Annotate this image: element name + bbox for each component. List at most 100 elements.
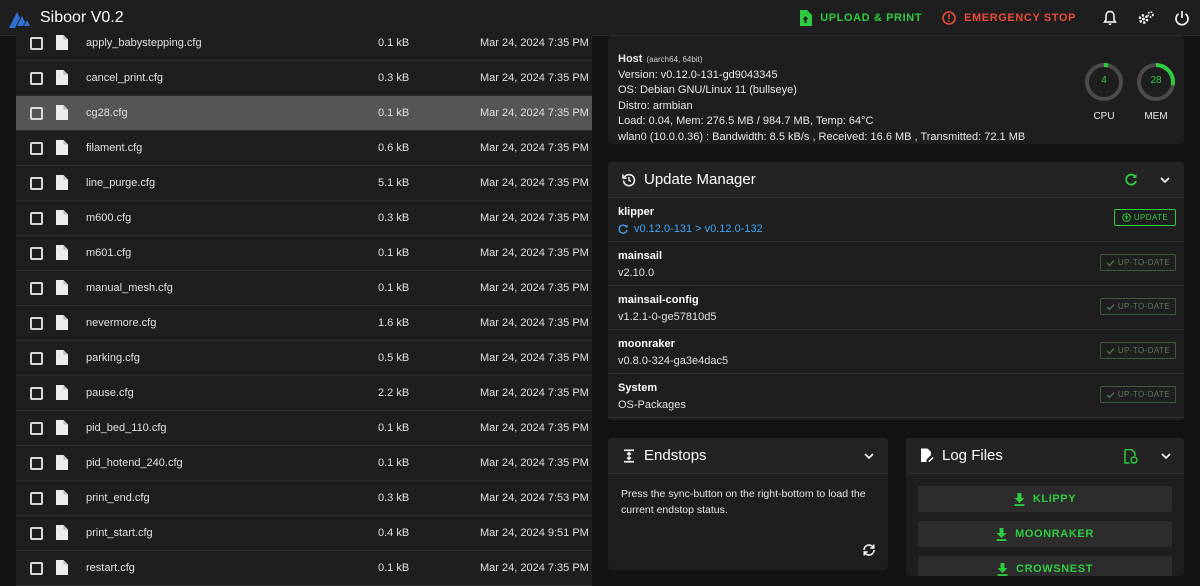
- log-download-button[interactable]: MOONRAKER: [918, 521, 1172, 547]
- mem-gauge: 28 MEM: [1136, 62, 1176, 122]
- file-date: Mar 24, 2024 7:35 PM: [480, 352, 589, 364]
- file-size: 0.1 kB: [378, 562, 410, 574]
- file-row[interactable]: parking.cfg 0.5 kB Mar 24, 2024 7:35 PM: [16, 341, 592, 376]
- update-entry: klipper v0.12.0-131 > v0.12.0-132 UPDATE: [608, 198, 1184, 242]
- top-actions: UPLOAD & PRINT EMERGENCY STOP: [799, 0, 1200, 36]
- log-download-button[interactable]: CROWSNEST: [918, 556, 1172, 576]
- host-os: OS: Debian GNU/Linux 11 (bullseye): [618, 84, 797, 96]
- row-checkbox[interactable]: [30, 456, 43, 470]
- host-info: Host (aarch64, 64bit) Version: v0.12.0-13…: [618, 52, 1025, 144]
- row-checkbox[interactable]: [30, 351, 43, 365]
- entry-version: v1.2.1-0-ge57810d5: [618, 311, 717, 323]
- download-icon: [996, 527, 1007, 541]
- file-row[interactable]: m600.cfg 0.3 kB Mar 24, 2024 7:35 PM: [16, 201, 592, 236]
- row-checkbox[interactable]: [30, 36, 43, 50]
- up-to-date-label: UP-TO-DATE: [1117, 302, 1171, 311]
- row-checkbox[interactable]: [30, 71, 43, 85]
- file-date: Mar 24, 2024 7:35 PM: [480, 457, 589, 469]
- upload-print-button[interactable]: UPLOAD & PRINT: [799, 10, 922, 26]
- chevron-down-icon[interactable]: [1160, 176, 1170, 184]
- file-date: Mar 24, 2024 7:35 PM: [480, 562, 589, 574]
- row-checkbox[interactable]: [30, 106, 43, 120]
- file-row[interactable]: filament.cfg 0.6 kB Mar 24, 2024 7:35 PM: [16, 131, 592, 166]
- file-date: Mar 24, 2024 7:35 PM: [480, 212, 589, 224]
- file-row[interactable]: m601.cfg 0.1 kB Mar 24, 2024 7:35 PM: [16, 236, 592, 271]
- row-checkbox[interactable]: [30, 281, 43, 295]
- file-icon: [56, 420, 68, 435]
- file-row[interactable]: pid_hotend_240.cfg 0.1 kB Mar 24, 2024 7:3…: [16, 446, 592, 481]
- row-checkbox[interactable]: [30, 141, 43, 155]
- endstops-header: Endstops: [608, 438, 888, 474]
- file-date: Mar 24, 2024 7:35 PM: [480, 317, 589, 329]
- arrow-collapse-vertical-icon: [624, 449, 634, 462]
- host-arch: (aarch64, 64bit): [646, 55, 703, 64]
- file-sync-icon[interactable]: [1124, 449, 1138, 464]
- row-checkbox[interactable]: [30, 386, 43, 400]
- log-button-label: MOONRAKER: [1015, 528, 1094, 540]
- row-checkbox[interactable]: [30, 316, 43, 330]
- host-panel: Host (aarch64, 64bit) Version: v0.12.0-13…: [608, 36, 1184, 144]
- host-load: Load: 0.04, Mem: 276.5 MB / 984.7 MB, Te…: [618, 115, 874, 127]
- file-name: line_purge.cfg: [86, 177, 156, 189]
- row-checkbox[interactable]: [30, 176, 43, 190]
- file-size: 0.1 kB: [378, 457, 410, 469]
- file-row[interactable]: cancel_print.cfg 0.3 kB Mar 24, 2024 7:35 …: [16, 61, 592, 96]
- cogs-icon: [1138, 11, 1154, 24]
- file-row[interactable]: line_purge.cfg 5.1 kB Mar 24, 2024 7:35 PM: [16, 166, 592, 201]
- row-checkbox[interactable]: [30, 491, 43, 505]
- file-icon: [56, 210, 68, 225]
- file-icon: [56, 245, 68, 260]
- host-distro: Distro: armbian: [618, 99, 693, 112]
- download-icon: [997, 562, 1008, 576]
- emergency-stop-button[interactable]: EMERGENCY STOP: [942, 11, 1076, 25]
- file-row[interactable]: pid_bed_110.cfg 0.1 kB Mar 24, 2024 7:35 P…: [16, 411, 592, 446]
- file-row[interactable]: apply_babystepping.cfg 0.1 kB Mar 24, 2024…: [16, 26, 592, 61]
- row-checkbox[interactable]: [30, 526, 43, 540]
- chevron-down-icon[interactable]: [864, 452, 874, 460]
- file-size: 0.1 kB: [378, 107, 410, 119]
- log-download-button[interactable]: KLIPPY: [918, 486, 1172, 512]
- check-icon: [1106, 391, 1115, 398]
- file-row[interactable]: manual_mesh.cfg 0.1 kB Mar 24, 2024 7:35 P…: [16, 271, 592, 306]
- endstops-title: Endstops: [644, 447, 707, 464]
- upload-print-label: UPLOAD & PRINT: [820, 12, 923, 24]
- file-name: restart.cfg: [86, 562, 135, 574]
- file-size: 1.6 kB: [378, 317, 410, 329]
- row-checkbox[interactable]: [30, 421, 43, 435]
- mem-value: 28: [1150, 75, 1162, 86]
- file-row[interactable]: nevermore.cfg 1.6 kB Mar 24, 2024 7:35 PM: [16, 306, 592, 341]
- entry-version-link[interactable]: v0.12.0-131 > v0.12.0-132: [634, 223, 763, 235]
- settings-button[interactable]: [1128, 0, 1164, 36]
- power-icon: [1175, 11, 1189, 26]
- file-row[interactable]: cg28.cfg 0.1 kB Mar 24, 2024 7:35 PM: [16, 96, 592, 131]
- file-date: Mar 24, 2024 7:35 PM: [480, 107, 589, 119]
- entry-name: klipper: [618, 206, 655, 218]
- sync-icon[interactable]: [862, 543, 876, 557]
- row-checkbox[interactable]: [30, 246, 43, 260]
- power-button[interactable]: [1164, 0, 1200, 36]
- row-checkbox[interactable]: [30, 561, 43, 575]
- file-name: cg28.cfg: [86, 107, 128, 119]
- refresh-icon[interactable]: [1124, 173, 1138, 187]
- up-to-date-label: UP-TO-DATE: [1117, 258, 1171, 267]
- file-date: Mar 24, 2024 9:51 PM: [480, 527, 589, 539]
- update-button[interactable]: UPDATE: [1114, 209, 1176, 226]
- file-row[interactable]: pause.cfg 2.2 kB Mar 24, 2024 7:35 PM: [16, 376, 592, 411]
- file-icon: [56, 490, 68, 505]
- update-manager-header: Update Manager: [608, 162, 1184, 198]
- file-row[interactable]: print_start.cfg 0.4 kB Mar 24, 2024 9:51 P…: [16, 516, 592, 551]
- file-row[interactable]: print_end.cfg 0.3 kB Mar 24, 2024 7:53 PM: [16, 481, 592, 516]
- entry-version: OS-Packages: [618, 399, 686, 411]
- update-entry: mainsail-config v1.2.1-0-ge57810d5 UP-TO-D…: [608, 286, 1184, 330]
- row-checkbox[interactable]: [30, 211, 43, 225]
- history-icon: [622, 173, 636, 186]
- chevron-down-icon[interactable]: [1161, 452, 1171, 460]
- update-entry: mainsail v2.10.0 UP-TO-DATE: [608, 242, 1184, 286]
- update-manager-panel: Update Manager klipper v0.12.0-131 > v0.1…: [608, 162, 1184, 420]
- file-row[interactable]: restart.cfg 0.1 kB Mar 24, 2024 7:35 PM: [16, 551, 592, 586]
- file-date: Mar 24, 2024 7:35 PM: [480, 72, 589, 84]
- file-date: Mar 24, 2024 7:35 PM: [480, 387, 589, 399]
- notifications-button[interactable]: [1092, 0, 1128, 36]
- file-upload-icon: [800, 10, 813, 26]
- endstops-panel: Endstops Press the sync-button on the ri…: [608, 438, 888, 570]
